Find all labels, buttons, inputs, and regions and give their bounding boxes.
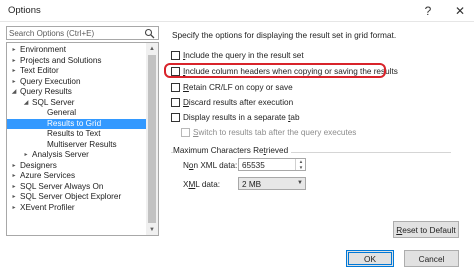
option-include-query[interactable]: Include the query in the result set (171, 50, 304, 60)
max-characters-title: Maximum Characters Retrieved (173, 146, 292, 155)
tree-item-label: Designers (20, 160, 57, 170)
tree-item-query-results[interactable]: ◢ Query Results (7, 87, 147, 98)
option-label: Display results in a separate tab (183, 112, 300, 122)
collapse-arrow-icon[interactable]: ◢ (22, 98, 30, 109)
tree-item-sql-server-always-on[interactable]: ▸ SQL Server Always On (7, 182, 147, 193)
tree-item-results-to-grid[interactable]: Results to Grid (7, 118, 147, 129)
option-label: Switch to results tab after the query ex… (193, 127, 357, 137)
spin-buttons[interactable]: ▲ ▼ (295, 159, 305, 170)
tree-item-sql-server[interactable]: ◢ SQL Server (7, 98, 147, 109)
tree-item-label: Text Editor (20, 66, 59, 75)
tree-item-multiserver-results[interactable]: Multiserver Results (7, 140, 147, 151)
tree-item-label: Environment (20, 45, 66, 54)
tree-item-query-execution[interactable]: ▸ Query Execution (7, 77, 147, 88)
spin-down-icon[interactable]: ▼ (296, 165, 306, 171)
tree-item-label: SQL Server Object Explorer (20, 192, 122, 201)
tree-item-label: Projects and Solutions (20, 55, 102, 65)
tree-item-label: SQL Server Always On (20, 181, 104, 191)
xml-data-label: XML data: (183, 180, 221, 189)
tree-item-label: SQL Server (32, 97, 75, 107)
window-title: Options (8, 5, 41, 16)
help-button[interactable]: ? (414, 0, 442, 22)
option-separate-tab[interactable]: Display results in a separate tab (171, 112, 300, 122)
checkbox[interactable] (171, 112, 180, 122)
non-xml-data-stepper[interactable]: 65535 ▲ ▼ (238, 158, 306, 171)
cancel-button[interactable]: Cancel (404, 250, 459, 267)
tree-item-label: XEvent Profiler (20, 202, 75, 212)
non-xml-data-label: Non XML data: (183, 161, 238, 170)
chevron-down-icon[interactable]: ▼ (297, 180, 303, 186)
ok-button[interactable]: OK (346, 250, 394, 267)
option-label: Include the query in the result set (183, 50, 304, 60)
focus-ring (348, 252, 392, 265)
checkbox[interactable] (171, 97, 180, 107)
expand-arrow-icon[interactable]: ▸ (10, 56, 18, 67)
tree-item-label: Multiserver Results (47, 139, 117, 149)
tree-item-general[interactable]: General (7, 108, 147, 119)
highlight-annotation (164, 63, 386, 78)
tree-item-projects-and-solutions[interactable]: ▸ Projects and Solutions (7, 56, 147, 67)
expand-arrow-icon[interactable]: ▸ (10, 203, 18, 214)
expand-arrow-icon[interactable]: ▸ (10, 171, 18, 182)
scroll-up-icon[interactable]: ▲ (146, 43, 158, 54)
option-switch-to-results-tab: Switch to results tab after the query ex… (181, 127, 356, 137)
expand-arrow-icon[interactable]: ▸ (10, 182, 18, 193)
tree-item-designers[interactable]: ▸ Designers (7, 161, 147, 172)
xml-data-value: 2 MB (242, 180, 262, 189)
search-input[interactable] (9, 28, 141, 39)
tree-item-sql-server-object-explorer[interactable]: ▸ SQL Server Object Explorer (7, 192, 147, 203)
tree-item-label: Results to Text (47, 129, 101, 138)
options-tree: ▸ Environment ▸ Projects and Solutions ▸… (6, 42, 159, 236)
scroll-down-icon[interactable]: ▼ (146, 224, 158, 235)
expand-arrow-icon[interactable]: ▸ (10, 66, 18, 77)
expand-arrow-icon[interactable]: ▸ (10, 161, 18, 172)
title-bar: Options ? ✕ (0, 0, 474, 22)
search-box[interactable] (6, 26, 159, 40)
collapse-arrow-icon[interactable]: ◢ (10, 87, 18, 98)
tree-item-text-editor[interactable]: ▸ Text Editor (7, 66, 147, 77)
expand-arrow-icon[interactable]: ▸ (10, 192, 18, 203)
close-button[interactable]: ✕ (446, 0, 474, 22)
tree-item-label: Query Results (20, 87, 72, 96)
option-discard-results[interactable]: Discard results after execution (171, 97, 293, 107)
non-xml-data-value[interactable]: 65535 (242, 161, 265, 170)
reset-to-default-button[interactable]: Reset to Default (393, 221, 459, 238)
tree-scrollbar[interactable]: ▲ ▼ (146, 43, 158, 235)
checkbox[interactable] (171, 50, 180, 60)
search-icon[interactable] (144, 28, 155, 39)
checkbox[interactable] (171, 82, 180, 92)
expand-arrow-icon[interactable]: ▸ (22, 150, 30, 161)
tree-item-label: Azure Services (20, 171, 76, 180)
tree-item-azure-services[interactable]: ▸ Azure Services (7, 171, 147, 182)
tree-item-label: Query Execution (20, 76, 81, 86)
expand-arrow-icon[interactable]: ▸ (10, 45, 18, 56)
tree-item-label: General (47, 108, 77, 117)
option-label: Retain CR/LF on copy or save (183, 82, 293, 92)
xml-data-select[interactable]: 2 MB ▼ (238, 177, 306, 190)
option-retain-crlf[interactable]: Retain CR/LF on copy or save (171, 82, 293, 92)
panel-description: Specify the options for displaying the r… (172, 30, 397, 40)
tree-item-environment[interactable]: ▸ Environment (7, 45, 147, 56)
tree-item-results-to-text[interactable]: Results to Text (7, 129, 147, 140)
tree-item-label: Results to Grid (47, 118, 102, 128)
checkbox (181, 127, 190, 137)
option-label: Discard results after execution (183, 97, 294, 107)
tree-item-xevent-profiler[interactable]: ▸ XEvent Profiler (7, 203, 147, 214)
scroll-thumb[interactable] (148, 55, 156, 223)
tree-item-analysis-server[interactable]: ▸ Analysis Server (7, 150, 147, 161)
tree-item-label: Analysis Server (32, 150, 89, 159)
expand-arrow-icon[interactable]: ▸ (10, 77, 18, 88)
